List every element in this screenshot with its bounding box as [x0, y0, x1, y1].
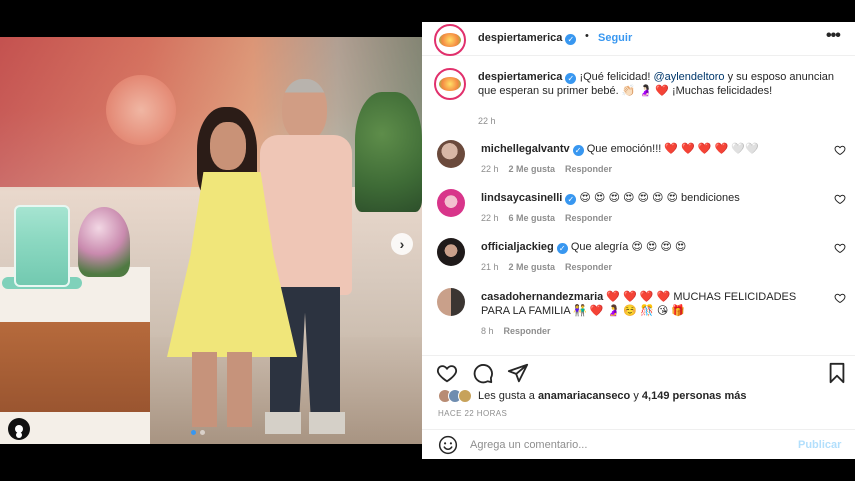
post-header: despiertamerica ✓ • Seguir •••	[422, 22, 855, 56]
comment-item: officialjackieg ✓ Que alegría 😍 😍 😍 😍 21 …	[434, 238, 846, 282]
header-username[interactable]: despiertamerica ✓	[478, 32, 577, 45]
comment-username[interactable]: officialjackieg	[481, 241, 554, 253]
comment-input[interactable]	[470, 436, 790, 454]
comment-username[interactable]: michellegalvantv	[481, 143, 570, 155]
comment-likes[interactable]: 2 Me gusta	[509, 262, 556, 272]
heart-icon[interactable]	[834, 292, 846, 304]
orchid-flowers	[78, 207, 130, 277]
comment-body: casadohernandezmaria ❤️ ❤️ ❤️ ❤️ MUCHAS …	[481, 290, 826, 318]
separator-dot: •	[585, 30, 589, 42]
comment-time: 8 h	[481, 326, 494, 336]
heart-icon[interactable]	[436, 362, 458, 384]
verified-badge-icon: ✓	[565, 73, 577, 84]
verified-badge-icon: ✓	[565, 194, 577, 205]
liker-avatars	[438, 389, 472, 403]
paper-plane-icon[interactable]	[507, 362, 529, 384]
comment-time: 22 h	[481, 164, 499, 174]
commenter-avatar[interactable]	[437, 189, 465, 217]
reply-button[interactable]: Responder	[565, 262, 612, 272]
comment-meta: 22 h 6 Me gusta Responder	[481, 213, 612, 223]
comment-meta: 8 h Responder	[481, 326, 551, 336]
woman-figure	[162, 97, 307, 427]
baby-cake	[14, 205, 70, 287]
likes-count-link[interactable]: 4,149 personas más	[642, 390, 747, 402]
comment-body: officialjackieg ✓ Que alegría 😍 😍 😍 😍	[481, 240, 826, 254]
comment-text: 😍 😍 😍 😍 😍 😍 😍 bendiciones	[579, 192, 740, 204]
more-options-icon[interactable]: •••	[826, 28, 841, 44]
reply-button[interactable]: Responder	[565, 213, 612, 223]
comment-body: lindsaycasinelli ✓ 😍 😍 😍 😍 😍 😍 😍 bendicio…	[481, 191, 826, 205]
post-side-panel: despiertamerica ✓ • Seguir ••• despiertam…	[422, 22, 855, 459]
commenter-avatar[interactable]	[437, 288, 465, 316]
comment-text: Que emoción!!! ❤️ ❤️ ❤️ ❤️ 🤍🤍	[586, 143, 759, 155]
smiley-icon[interactable]	[438, 435, 458, 455]
commenter-avatar[interactable]	[437, 140, 465, 168]
header-username-text[interactable]: despiertamerica	[478, 32, 562, 44]
counter-wood-panel	[0, 322, 150, 412]
caption-mention[interactable]: @aylendeltoro	[653, 71, 724, 83]
carousel-indicator	[191, 430, 205, 435]
commenter-avatar[interactable]	[437, 238, 465, 266]
comment-meta: 21 h 2 Me gusta Responder	[481, 262, 612, 272]
action-bar	[422, 355, 855, 385]
likes-prefix: Les gusta a	[478, 390, 535, 402]
comment-item: lindsaycasinelli ✓ 😍 😍 😍 😍 😍 😍 😍 bendicio…	[434, 189, 846, 233]
heart-icon[interactable]	[834, 242, 846, 254]
carousel-dot	[200, 430, 205, 435]
follow-button[interactable]: Seguir	[598, 32, 632, 44]
comment-likes[interactable]: 2 Me gusta	[509, 164, 556, 174]
comment-icon[interactable]	[472, 362, 494, 384]
caption-text: despiertamerica ✓ ¡Qué felicidad! @aylend…	[478, 70, 838, 98]
comment-item: casadohernandezmaria ❤️ ❤️ ❤️ ❤️ MUCHAS …	[434, 288, 846, 344]
woman-face	[210, 122, 246, 170]
comment-username[interactable]: casadohernandezmaria	[481, 291, 603, 303]
carousel-dot-active	[191, 430, 196, 435]
reply-button[interactable]: Responder	[565, 164, 612, 174]
verified-badge-icon: ✓	[565, 34, 577, 45]
post-timestamp[interactable]: HACE 22 HORAS	[438, 409, 507, 418]
comment-item: michellegalvantv ✓ Que emoción!!! ❤️ ❤️ ❤…	[434, 140, 846, 184]
comment-meta: 22 h 2 Me gusta Responder	[481, 164, 612, 174]
liker-avatar	[458, 389, 472, 403]
caption-text-start: ¡Qué felicidad!	[579, 71, 651, 83]
comment-time: 22 h	[481, 213, 499, 223]
verified-badge-icon: ✓	[556, 243, 568, 254]
likes-user-link[interactable]: anamariacanseco	[538, 390, 630, 402]
publish-button[interactable]: Publicar	[798, 439, 841, 451]
chevron-right-icon[interactable]: ›	[391, 233, 413, 255]
comment-body: michellegalvantv ✓ Que emoción!!! ❤️ ❤️ ❤…	[481, 142, 826, 156]
bookmark-icon[interactable]	[826, 362, 848, 384]
heart-icon[interactable]	[834, 193, 846, 205]
comment-username[interactable]: lindsaycasinelli	[481, 192, 562, 204]
comment-time: 21 h	[481, 262, 499, 272]
account-avatar[interactable]	[434, 24, 466, 56]
likes-joiner: y	[633, 390, 639, 402]
caption-time: 22 h	[478, 116, 496, 126]
plant	[355, 92, 422, 212]
comment-likes[interactable]: 6 Me gusta	[509, 213, 556, 223]
yellow-dress	[167, 172, 297, 357]
verified-badge-icon: ✓	[572, 145, 584, 156]
add-comment-bar: Publicar	[422, 429, 855, 459]
heart-icon[interactable]	[834, 144, 846, 156]
post-image[interactable]: ›	[0, 37, 422, 444]
reply-button[interactable]: Responder	[504, 326, 551, 336]
caption-username[interactable]: despiertamerica ✓	[478, 71, 577, 84]
comment-text: Que alegría 😍 😍 😍 😍	[570, 241, 687, 253]
likes-summary: Les gusta a anamariacanseco y 4,149 pers…	[438, 388, 746, 404]
caption-avatar[interactable]	[434, 68, 466, 100]
user-tag-icon[interactable]	[8, 418, 30, 440]
woman-legs	[192, 352, 252, 427]
caption-username-text[interactable]: despiertamerica	[478, 71, 562, 83]
